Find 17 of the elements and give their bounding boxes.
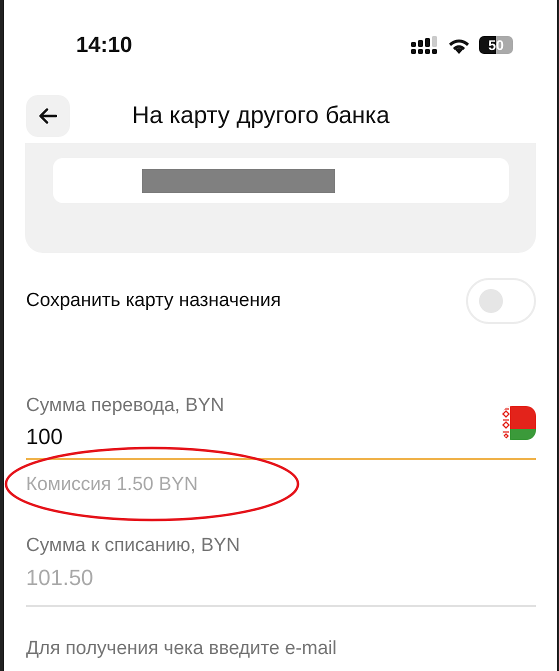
back-arrow-icon <box>39 108 57 124</box>
status-time: 14:10 <box>76 32 132 58</box>
card-number-field[interactable] <box>53 158 509 203</box>
battery-indicator: 50 <box>479 36 513 54</box>
debit-value: 101.50 <box>26 565 94 591</box>
save-card-toggle[interactable] <box>466 278 536 324</box>
back-button[interactable] <box>26 95 70 137</box>
screen-title: На карту другого банка <box>132 102 390 130</box>
save-card-label: Сохранить карту назначения <box>26 290 281 312</box>
commission-text: Комиссия 1.50 BYN <box>26 474 198 496</box>
flag-icon <box>502 406 536 440</box>
email-label: Для получения чека введите e-mail <box>26 638 337 659</box>
amount-field[interactable]: Сумма перевода, BYN 100 <box>26 395 536 460</box>
amount-label: Сумма перевода, BYN <box>26 395 224 417</box>
amount-value: 100 <box>26 424 64 450</box>
debit-label: Сумма к списанию, BYN <box>26 535 242 557</box>
signal-icon <box>411 36 439 54</box>
